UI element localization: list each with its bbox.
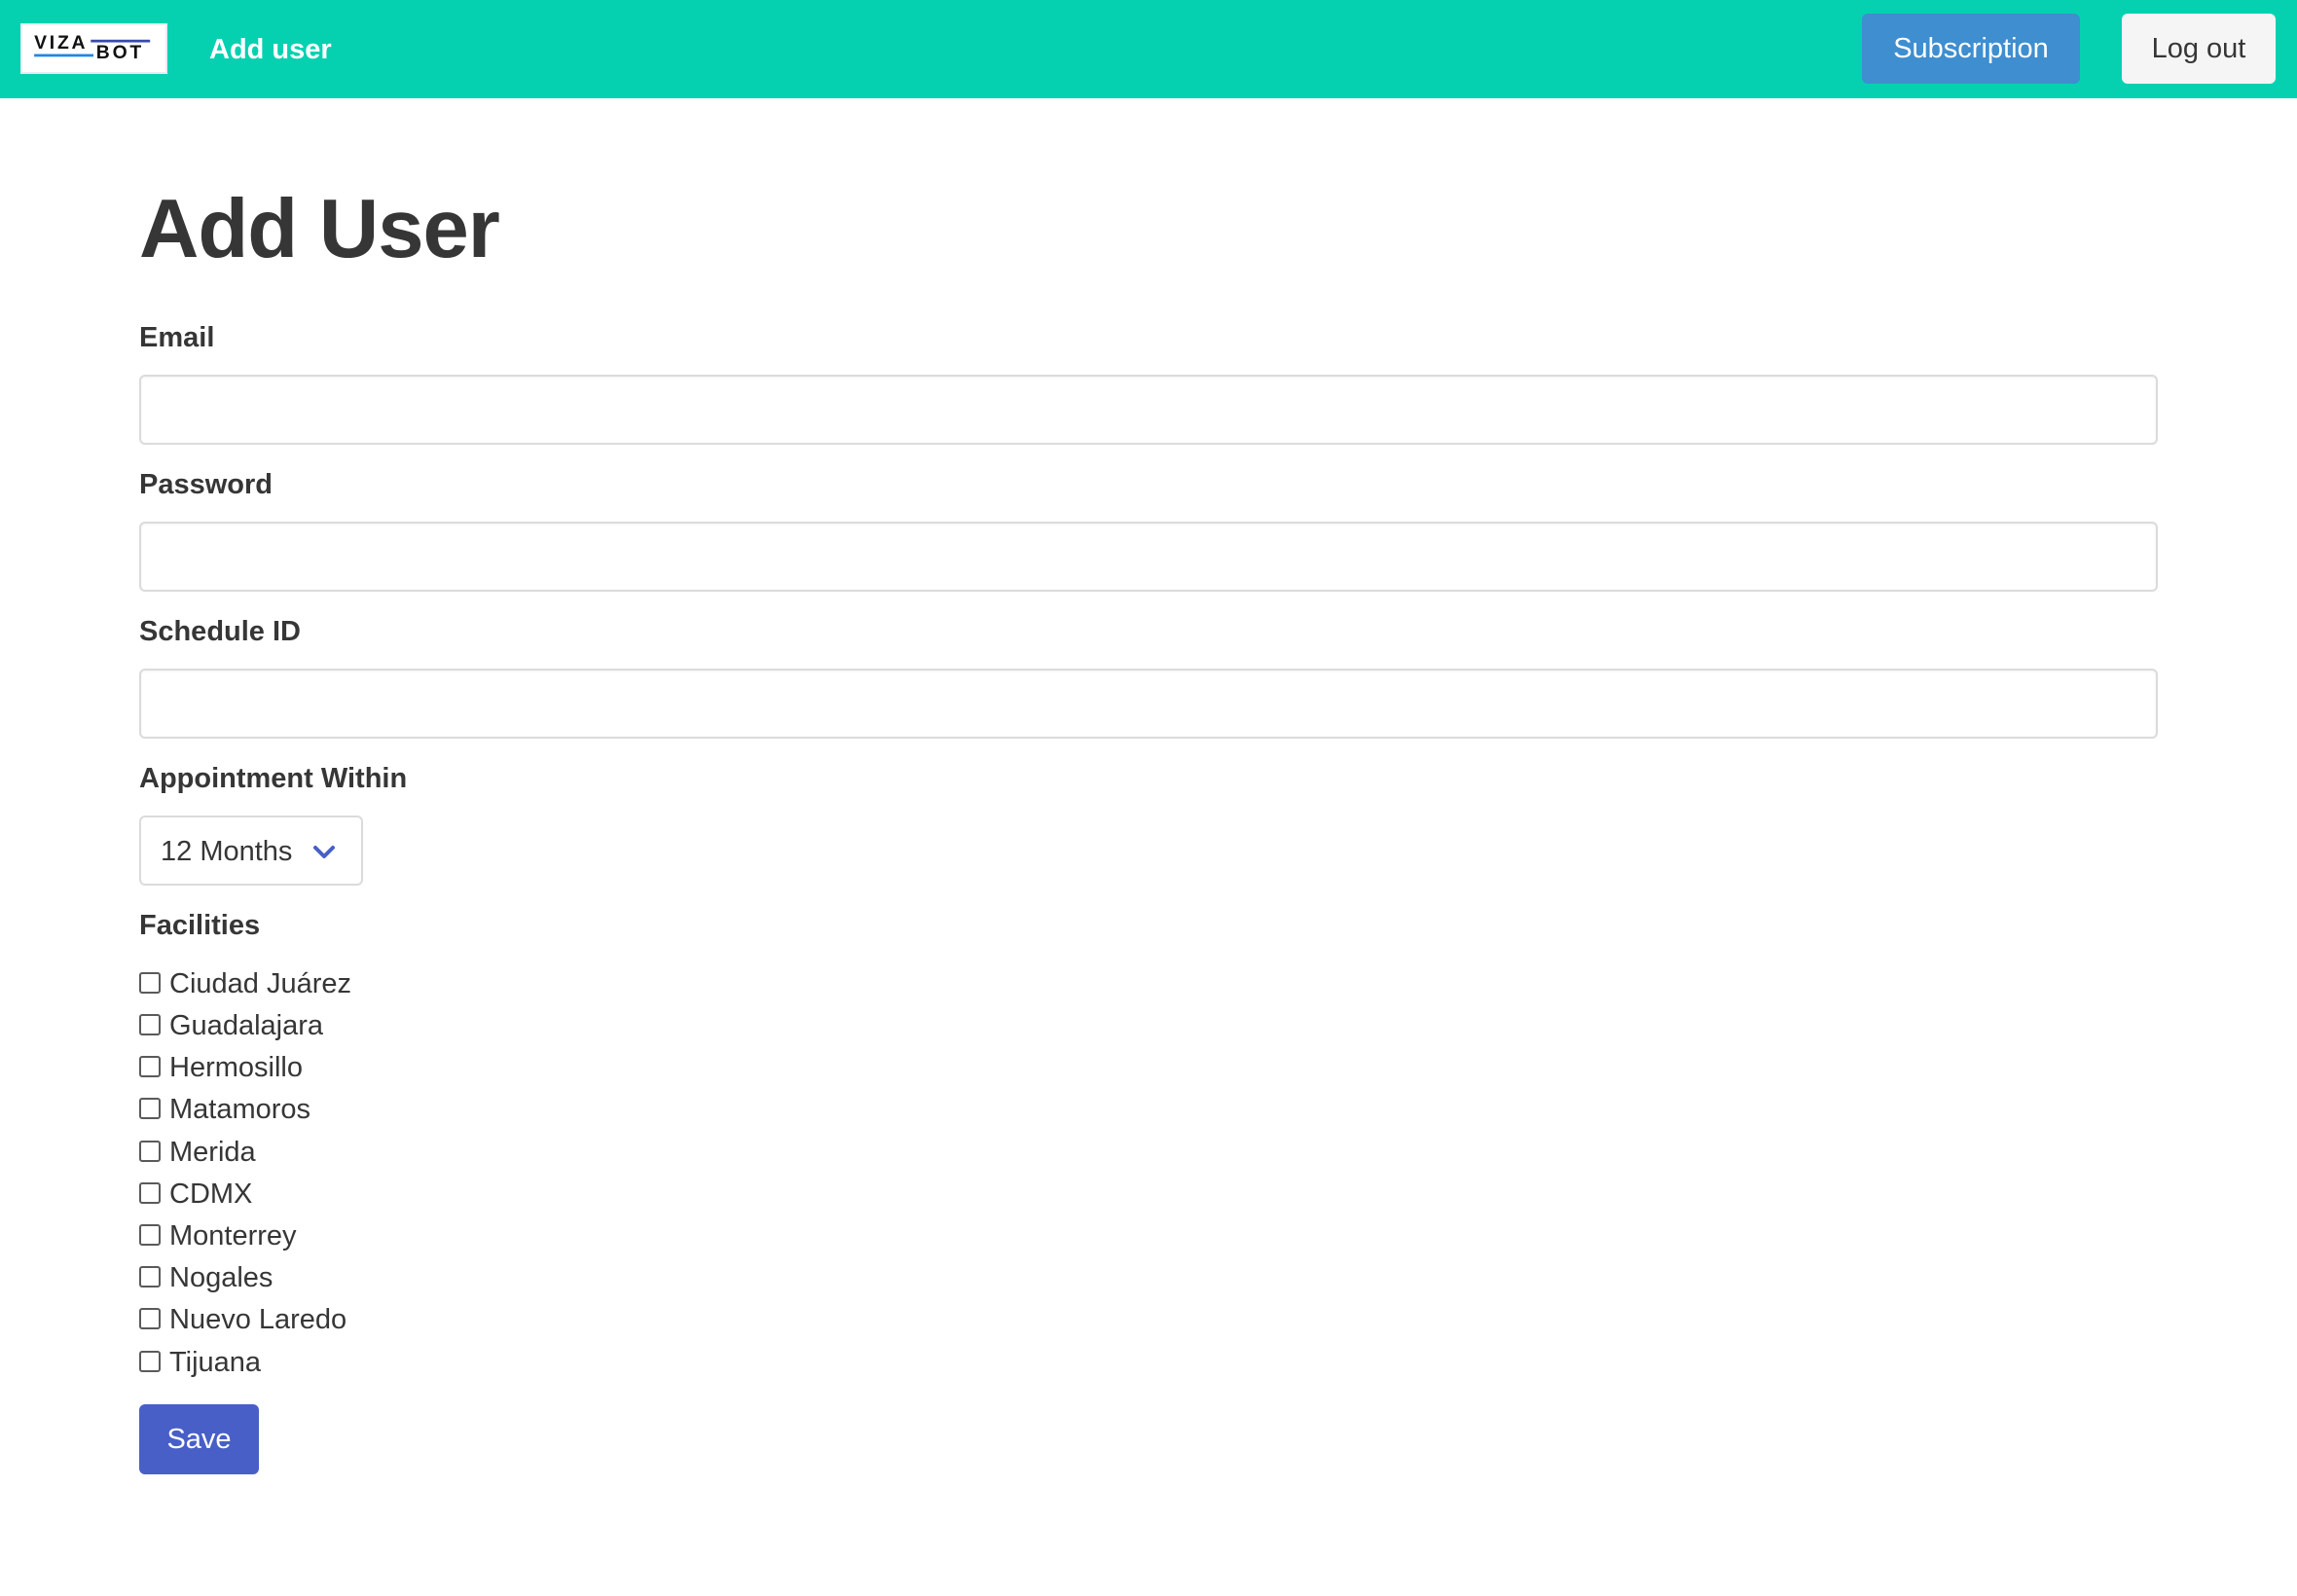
subscription-button[interactable]: Subscription	[1862, 14, 2080, 84]
facility-label: Merida	[169, 1137, 256, 1168]
checkbox[interactable]	[139, 1224, 161, 1246]
checkbox[interactable]	[139, 1308, 161, 1329]
logo-bar-upper	[91, 39, 151, 43]
chevron-down-icon	[310, 839, 338, 866]
facility-label: Matamoros	[169, 1094, 311, 1125]
facility-label: Guadalajara	[169, 1010, 323, 1041]
facility-label: CDMX	[169, 1179, 253, 1210]
checkbox[interactable]	[139, 972, 161, 994]
facility-label: Nogales	[169, 1262, 273, 1293]
checkbox[interactable]	[139, 1351, 161, 1372]
facilities-label: Facilities	[139, 910, 261, 941]
checkbox[interactable]	[139, 1266, 161, 1288]
vizabot-logo[interactable]: VIZA BOT	[20, 23, 167, 74]
checkbox[interactable]	[139, 1014, 161, 1035]
facility-label: Tijuana	[169, 1347, 262, 1378]
page-title: Add User	[139, 183, 500, 275]
facility-label: Nuevo Laredo	[169, 1304, 347, 1335]
facility-label: Hermosillo	[169, 1052, 303, 1083]
email-label: Email	[139, 322, 215, 353]
logo-bar-lower	[34, 54, 94, 57]
password-field[interactable]	[139, 522, 2158, 592]
checkbox[interactable]	[139, 1141, 161, 1162]
facility-label: Ciudad Juárez	[169, 968, 351, 999]
nav-title[interactable]: Add user	[209, 32, 332, 67]
appointment-within-label: Appointment Within	[139, 763, 408, 794]
schedule-id-field[interactable]	[139, 669, 2158, 739]
save-button[interactable]: Save	[139, 1404, 259, 1474]
facility-label: Monterrey	[169, 1220, 297, 1251]
schedule-id-label: Schedule ID	[139, 616, 301, 647]
logo-graphic: VIZA BOT	[34, 32, 151, 63]
checkbox[interactable]	[139, 1056, 161, 1077]
password-label: Password	[139, 469, 273, 500]
email-field[interactable]	[139, 375, 2158, 445]
logo-text-bottom: BOT	[96, 42, 144, 63]
appointment-within-value: 12 Months	[161, 836, 293, 867]
logout-button[interactable]: Log out	[2122, 14, 2276, 84]
checkbox[interactable]	[139, 1098, 161, 1119]
checkbox[interactable]	[139, 1182, 161, 1204]
appointment-within-select[interactable]: 12 Months	[139, 816, 363, 886]
logo-text-top: VIZA	[34, 32, 88, 54]
navbar: VIZA BOT Add user Subscription Log out	[0, 0, 2297, 98]
